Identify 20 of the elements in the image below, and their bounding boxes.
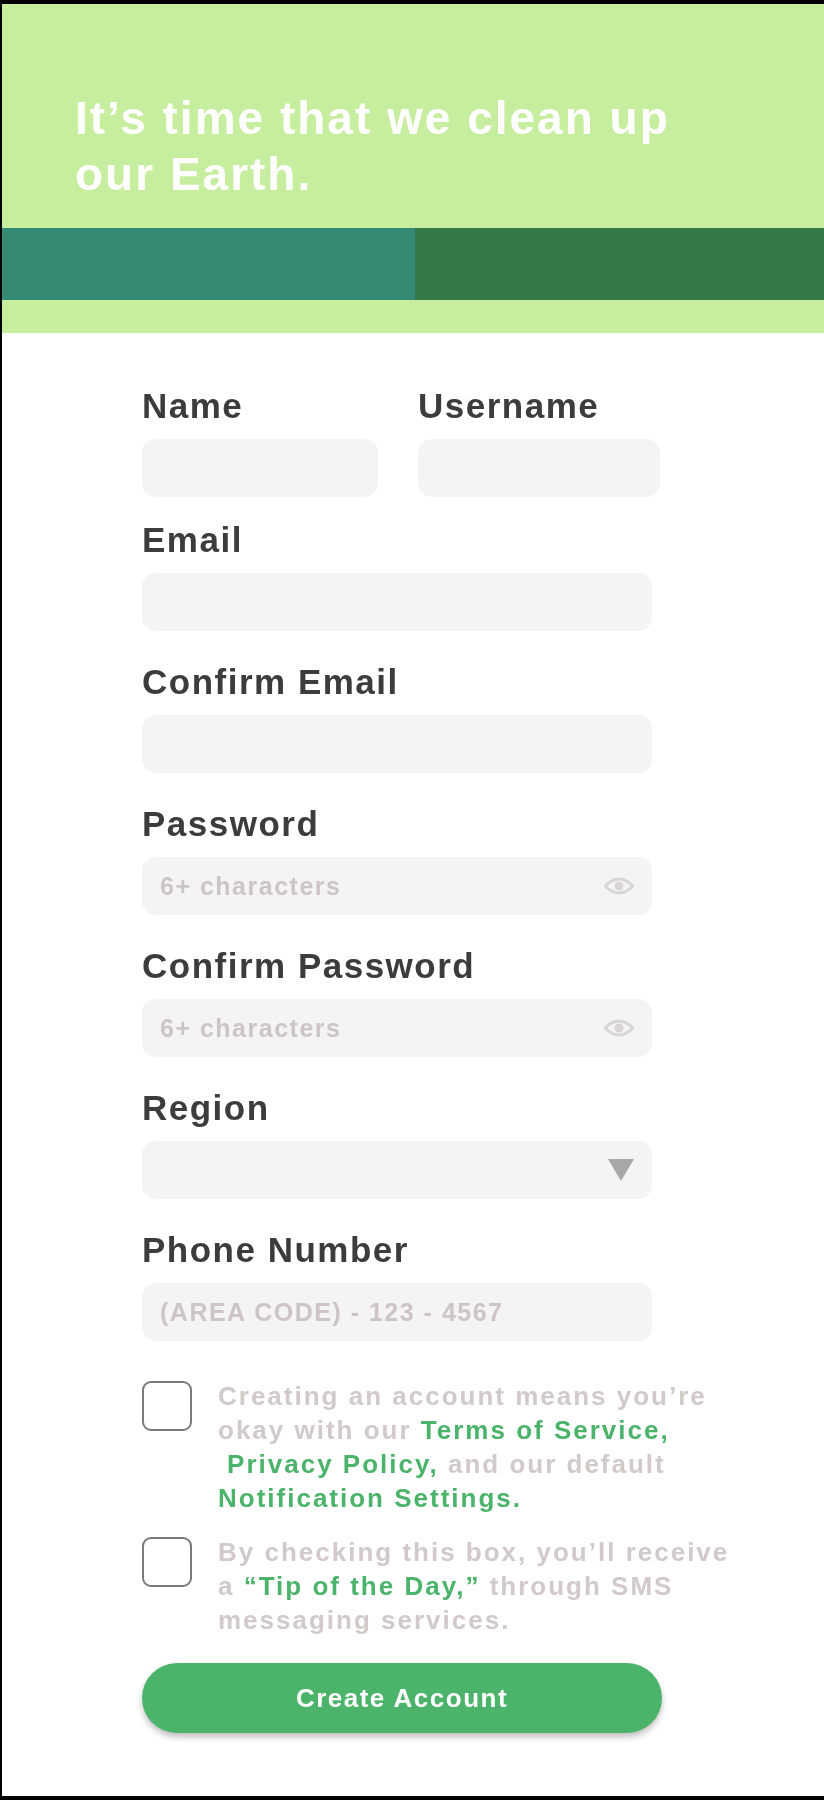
eye-icon[interactable] xyxy=(604,877,634,895)
field-label: Region xyxy=(142,1087,271,1129)
field-label: Name xyxy=(142,385,245,427)
dropdown-caret-icon[interactable] xyxy=(608,1159,634,1181)
field-label: Username xyxy=(418,385,601,427)
field-label: Password xyxy=(142,803,321,845)
create-account-button[interactable]: Create Account xyxy=(142,1663,662,1733)
eye-icon[interactable] xyxy=(604,1019,634,1037)
headline: It’s time that we clean up our Earth. xyxy=(75,91,671,202)
field-label: Email xyxy=(142,519,244,561)
link[interactable]: Privacy Policy, xyxy=(227,1447,439,1481)
link[interactable]: “Tip of the Day,” xyxy=(243,1569,481,1603)
region-dropdown[interactable] xyxy=(142,1141,652,1199)
field-label: Confirm Email xyxy=(142,661,400,703)
link[interactable]: Terms of Service, xyxy=(420,1413,670,1447)
checkbox[interactable] xyxy=(142,1381,192,1431)
checkbox[interactable] xyxy=(142,1537,192,1587)
link[interactable]: Notification Settings. xyxy=(218,1481,522,1515)
field-label: Phone Number xyxy=(142,1229,410,1271)
field-label: Confirm Password xyxy=(142,945,477,987)
